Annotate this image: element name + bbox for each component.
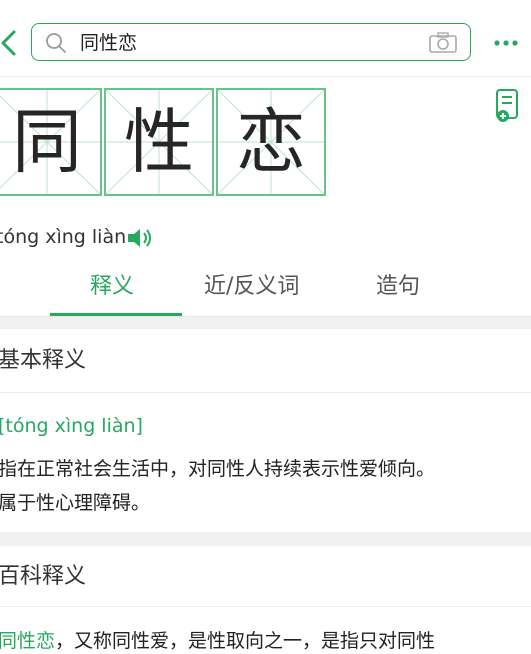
section-title-baike: 百科释义	[0, 564, 87, 589]
divider	[0, 76, 531, 77]
speaker-icon[interactable]	[126, 227, 154, 249]
definition-line: 指在正常社会生活中，对同性人持续表示性爱倾向。	[0, 458, 436, 480]
char-glyph: 同	[12, 101, 82, 183]
add-to-notes-button[interactable]	[494, 88, 522, 124]
char-box: 同	[0, 88, 102, 196]
char-glyph: 恋	[236, 101, 306, 183]
more-dots-icon	[494, 40, 518, 46]
char-glyph: 性	[124, 101, 194, 183]
section-gap	[0, 317, 531, 329]
definition-pinyin: [tóng xìng liàn]	[0, 415, 143, 437]
tab-bar: 释义 近/反义词 造句	[0, 262, 531, 316]
divider	[0, 606, 531, 607]
top-bar: 同性恋	[0, 0, 531, 76]
definition-line: 属于性心理障碍。	[0, 492, 151, 514]
tab-synonyms[interactable]: 近/反义词	[204, 272, 299, 302]
search-field[interactable]: 同性恋	[31, 23, 471, 61]
section-title-basic: 基本释义	[0, 348, 87, 373]
note-add-icon	[496, 89, 518, 122]
baike-text: 同性恋，又称同性爱，是性取向之一，是指只对同性	[0, 628, 435, 654]
char-box: 性	[104, 88, 214, 196]
back-button[interactable]	[0, 26, 26, 60]
tab-definition[interactable]: 释义	[90, 272, 134, 302]
baike-rest: ，又称同性爱，是性取向之一，是指只对同性	[55, 630, 436, 652]
search-icon	[46, 33, 66, 53]
baike-keyword-link[interactable]: 同性恋	[0, 630, 55, 652]
tab-sentences[interactable]: 造句	[376, 272, 420, 302]
divider	[0, 392, 531, 393]
search-input[interactable]: 同性恋	[80, 31, 137, 55]
char-box: 恋	[216, 88, 326, 196]
more-menu-button[interactable]	[492, 30, 522, 56]
pinyin-text: tóng xìng liàn	[0, 226, 127, 248]
section-gap	[0, 532, 531, 546]
camera-icon[interactable]	[428, 32, 458, 54]
back-arrow-icon	[1, 30, 16, 56]
